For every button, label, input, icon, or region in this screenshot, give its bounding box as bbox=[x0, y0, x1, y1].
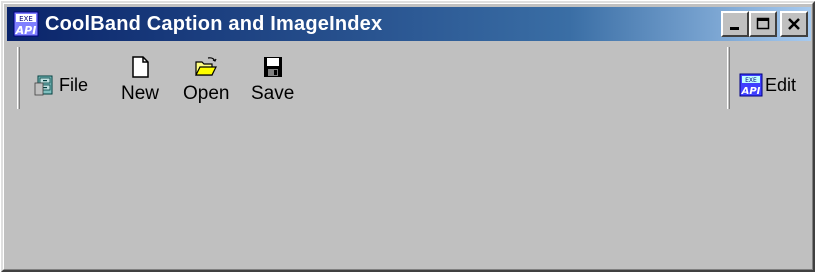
maximize-icon bbox=[756, 17, 770, 30]
caption-buttons bbox=[721, 11, 808, 37]
api-edit-icon: EXE API bbox=[739, 73, 763, 97]
close-icon bbox=[788, 18, 800, 30]
maximize-button[interactable] bbox=[749, 11, 777, 37]
new-document-icon bbox=[132, 56, 149, 78]
app-window: EXE API CoolBand Caption and ImageIndex bbox=[1, 1, 815, 272]
close-button[interactable] bbox=[780, 11, 808, 37]
open-folder-icon bbox=[195, 57, 218, 76]
window-title: CoolBand Caption and ImageIndex bbox=[45, 12, 383, 35]
svg-text:API: API bbox=[741, 86, 761, 97]
open-button[interactable]: Open bbox=[183, 55, 229, 105]
svg-text:API: API bbox=[15, 24, 37, 37]
band-caption-file: File bbox=[59, 74, 89, 95]
band-caption-edit: Edit bbox=[765, 74, 797, 95]
save-label: Save bbox=[251, 83, 295, 104]
band-gripper-edit[interactable] bbox=[727, 47, 730, 109]
file-cabinet-icon bbox=[34, 75, 53, 96]
band-gripper-file[interactable] bbox=[17, 47, 20, 109]
band-edit[interactable]: EXE API Edit bbox=[739, 71, 796, 99]
coolbar: File New Open Save EXE API Edit bbox=[7, 43, 811, 115]
minimize-button[interactable] bbox=[721, 11, 749, 37]
open-label: Open bbox=[183, 83, 230, 104]
title-bar[interactable]: EXE API CoolBand Caption and ImageIndex bbox=[7, 7, 811, 41]
svg-text:EXE: EXE bbox=[19, 15, 33, 23]
svg-text:EXE: EXE bbox=[745, 77, 757, 84]
new-button[interactable]: New bbox=[121, 55, 159, 105]
save-disk-icon bbox=[263, 57, 282, 77]
band-file[interactable]: File bbox=[33, 71, 88, 99]
new-label: New bbox=[121, 83, 160, 104]
save-button[interactable]: Save bbox=[251, 55, 294, 105]
minimize-icon bbox=[730, 27, 739, 30]
api-app-icon: EXE API bbox=[13, 11, 39, 37]
